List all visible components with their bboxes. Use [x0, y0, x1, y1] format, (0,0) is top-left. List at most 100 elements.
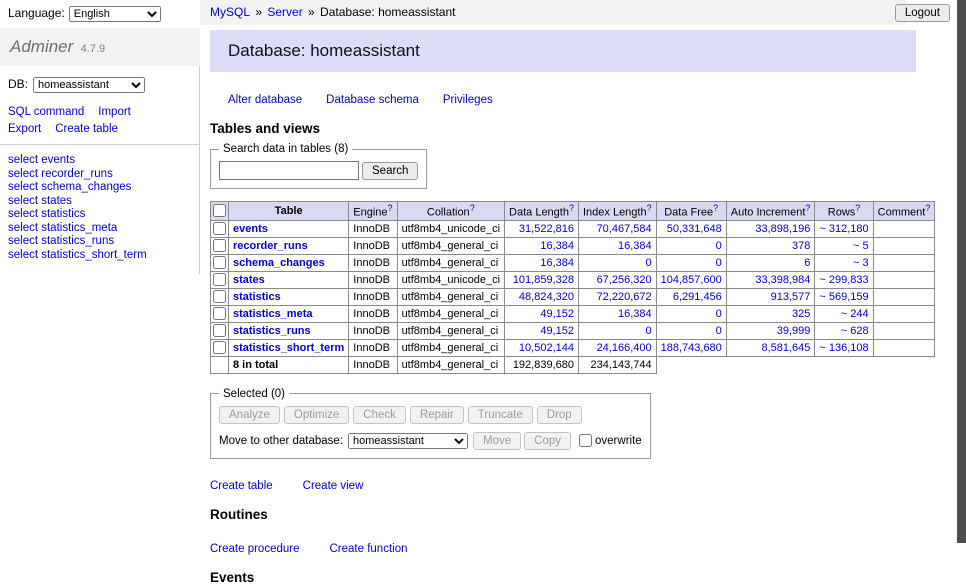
help-icon[interactable]: ? [569, 203, 574, 213]
auto-increment-link[interactable]: 33,898,196 [755, 223, 810, 235]
sidebar-select-states[interactable]: select states [8, 195, 191, 209]
row-checkbox[interactable] [213, 290, 226, 303]
index-length-link[interactable]: 0 [646, 325, 652, 337]
index-length-link[interactable]: 16,384 [618, 308, 652, 320]
privileges-link[interactable]: Privileges [443, 94, 493, 106]
help-icon[interactable]: ? [388, 203, 393, 213]
data-length-link[interactable]: 101,859,328 [513, 274, 574, 286]
data-length-link[interactable]: 49,152 [540, 308, 574, 320]
sidebar-link-import[interactable]: Import [98, 106, 131, 118]
data-free-link[interactable]: 0 [716, 240, 722, 252]
breadcrumb-link-mysql[interactable]: MySQL [210, 5, 250, 19]
auto-increment-link[interactable]: 6 [804, 257, 810, 269]
data-length-link[interactable]: 16,384 [540, 257, 574, 269]
data-free-link[interactable]: 0 [716, 325, 722, 337]
data-free-link[interactable]: 6,291,456 [673, 291, 722, 303]
rows-count-link[interactable]: ~ 136,108 [819, 342, 868, 354]
breadcrumb-link-server[interactable]: Server [267, 5, 302, 19]
data-length-link[interactable]: 16,384 [540, 240, 574, 252]
check-button[interactable]: Check [353, 406, 406, 424]
rows-count-link[interactable]: ~ 569,159 [819, 291, 868, 303]
data-length-link[interactable]: 10,502,144 [519, 342, 574, 354]
index-length-link[interactable]: 24,166,400 [597, 342, 652, 354]
db-select[interactable]: homeassistant [33, 77, 145, 93]
help-icon[interactable]: ? [855, 203, 860, 213]
auto-increment-link[interactable]: 33,398,984 [755, 274, 810, 286]
language-select[interactable]: English [69, 6, 161, 22]
copy-button[interactable]: Copy [524, 432, 571, 450]
vertical-scrollbar[interactable] [957, 0, 966, 543]
data-length-link[interactable]: 31,522,816 [519, 223, 574, 235]
auto-increment-link[interactable]: 39,999 [777, 325, 811, 337]
table-link-states[interactable]: states [233, 274, 265, 286]
repair-button[interactable]: Repair [410, 406, 464, 424]
rows-count-link[interactable]: ~ 3 [853, 257, 869, 269]
index-length-link[interactable]: 72,220,672 [597, 291, 652, 303]
row-checkbox[interactable] [213, 256, 226, 269]
rows-count-link[interactable]: ~ 628 [841, 325, 869, 337]
data-free-link[interactable]: 188,743,680 [661, 342, 722, 354]
row-checkbox[interactable] [213, 341, 226, 354]
create-table-link[interactable]: Create table [210, 480, 273, 492]
table-link-statistics-runs[interactable]: statistics_runs [233, 325, 311, 337]
rows-count-link[interactable]: ~ 5 [853, 240, 869, 252]
logout-button[interactable]: Logout [895, 4, 950, 22]
table-link-recorder-runs[interactable]: recorder_runs [233, 240, 308, 252]
sidebar-link-create-table[interactable]: Create table [55, 123, 118, 135]
scrollbar-thumb[interactable] [957, 0, 966, 543]
index-length-link[interactable]: 67,256,320 [597, 274, 652, 286]
row-checkbox[interactable] [213, 324, 226, 337]
index-length-link[interactable]: 0 [646, 257, 652, 269]
index-length-link[interactable]: 70,467,584 [597, 223, 652, 235]
sidebar-link-sql-command[interactable]: SQL command [8, 106, 84, 118]
sidebar-select-statistics[interactable]: select statistics [8, 208, 191, 222]
sidebar-link-export[interactable]: Export [8, 123, 41, 135]
create-procedure-link[interactable]: Create procedure [210, 543, 300, 555]
move-button[interactable]: Move [473, 432, 521, 450]
row-checkbox[interactable] [213, 239, 226, 252]
search-button[interactable]: Search [362, 162, 418, 180]
version-label[interactable]: 4.7.9 [81, 43, 105, 55]
auto-increment-link[interactable]: 325 [792, 308, 810, 320]
table-link-statistics-meta[interactable]: statistics_meta [233, 308, 313, 320]
alter-database-link[interactable]: Alter database [228, 94, 302, 106]
select-all-checkbox[interactable] [213, 204, 226, 217]
table-link-statistics[interactable]: statistics [233, 291, 281, 303]
overwrite-option[interactable]: overwrite [579, 435, 642, 447]
table-link-events[interactable]: events [233, 223, 268, 235]
sidebar-select-recorder-runs[interactable]: select recorder_runs [8, 168, 191, 182]
drop-button[interactable]: Drop [537, 406, 582, 424]
help-icon[interactable]: ? [647, 203, 652, 213]
sidebar-select-statistics-short-term[interactable]: select statistics_short_term [8, 249, 191, 263]
sidebar-select-schema-changes[interactable]: select schema_changes [8, 181, 191, 195]
data-free-link[interactable]: 0 [716, 308, 722, 320]
index-length-link[interactable]: 16,384 [618, 240, 652, 252]
rows-count-link[interactable]: ~ 299,833 [819, 274, 868, 286]
auto-increment-link[interactable]: 8,581,645 [761, 342, 810, 354]
move-db-select[interactable]: homeassistant [348, 433, 468, 449]
table-link-statistics-short-term[interactable]: statistics_short_term [233, 342, 344, 354]
row-checkbox[interactable] [213, 273, 226, 286]
row-checkbox[interactable] [213, 307, 226, 320]
truncate-button[interactable]: Truncate [468, 406, 533, 424]
table-link-schema-changes[interactable]: schema_changes [233, 257, 325, 269]
sidebar-select-statistics-meta[interactable]: select statistics_meta [8, 222, 191, 236]
data-free-link[interactable]: 104,857,600 [661, 274, 722, 286]
data-free-link[interactable]: 0 [716, 257, 722, 269]
data-free-link[interactable]: 50,331,648 [667, 223, 722, 235]
optimize-button[interactable]: Optimize [284, 406, 349, 424]
data-length-link[interactable]: 49,152 [540, 325, 574, 337]
help-icon[interactable]: ? [470, 203, 475, 213]
adminer-logo[interactable]: Adminer [10, 37, 73, 56]
database-schema-link[interactable]: Database schema [326, 94, 419, 106]
overwrite-checkbox[interactable] [579, 434, 592, 447]
rows-count-link[interactable]: ~ 244 [841, 308, 869, 320]
auto-increment-link[interactable]: 913,577 [771, 291, 811, 303]
sidebar-select-events[interactable]: select events [8, 154, 191, 168]
create-function-link[interactable]: Create function [330, 543, 408, 555]
help-icon[interactable]: ? [713, 203, 718, 213]
help-icon[interactable]: ? [925, 203, 930, 213]
data-length-link[interactable]: 48,824,320 [519, 291, 574, 303]
row-checkbox[interactable] [213, 222, 226, 235]
create-view-link[interactable]: Create view [303, 480, 364, 492]
